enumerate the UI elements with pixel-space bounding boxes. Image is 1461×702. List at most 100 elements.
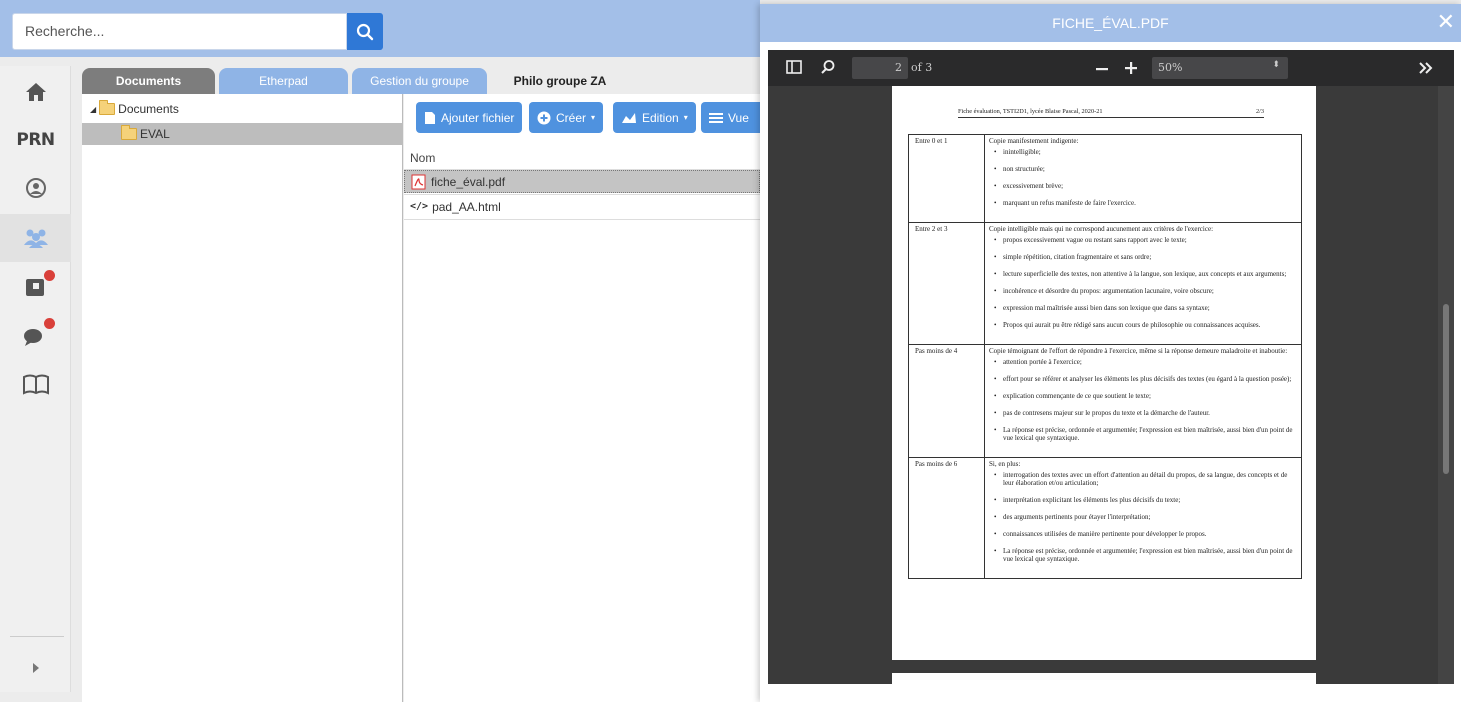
page-count: of 3 xyxy=(911,61,933,74)
expand-rail-button[interactable] xyxy=(0,644,71,692)
tree-item-eval[interactable]: EVAL xyxy=(82,123,403,145)
divider xyxy=(404,219,760,220)
tab-group-management[interactable]: Gestion du groupe xyxy=(352,68,487,94)
criteria-item: pas de contresens majeur sur le propos d… xyxy=(994,409,1297,417)
zoom-value: 50% xyxy=(1158,61,1183,74)
library-button[interactable] xyxy=(0,360,71,408)
file-panel: Ajouter fichier Créer ▾ Edition ▾ Vue No… xyxy=(404,94,760,702)
calendar-button[interactable] xyxy=(0,262,71,310)
caret-down-icon[interactable]: ◢ xyxy=(90,105,96,114)
criteria-item: Propos qui aurait pu être rédigé sans au… xyxy=(994,321,1297,329)
notification-dot xyxy=(44,270,55,281)
home-button[interactable] xyxy=(0,68,71,116)
prn-label: PRN xyxy=(16,130,55,150)
criteria-item: attention portée à l'exercice; xyxy=(994,358,1297,366)
create-label: Créer xyxy=(556,110,587,125)
viewer-scrollbar[interactable] xyxy=(1438,86,1454,684)
criteria-item: interprétation explicitant les éléments … xyxy=(994,496,1297,504)
search-icon xyxy=(356,23,374,40)
list-icon xyxy=(709,112,723,123)
pdf-page: Fiche évaluation, TSTI2D1, lycée Blaise … xyxy=(892,86,1316,660)
pdf-icon xyxy=(411,174,426,189)
tab-documents[interactable]: Documents xyxy=(82,68,215,94)
range-cell: Pas moins de 4 xyxy=(909,345,985,457)
file-row[interactable]: fiche_éval.pdf xyxy=(404,170,760,193)
zoom-in-icon[interactable] xyxy=(1124,61,1138,75)
rail-divider xyxy=(10,636,64,637)
top-bar: Recherche... xyxy=(0,0,760,57)
column-header-name[interactable]: Nom xyxy=(410,151,435,165)
running-head: Fiche évaluation, TSTI2D1, lycée Blaise … xyxy=(958,108,1264,118)
sidebar-toggle-icon[interactable] xyxy=(786,59,802,75)
user-circle-icon xyxy=(25,178,46,198)
edit-label: Edition xyxy=(642,110,679,125)
pdf-viewer: 2 of 3 50% ⬍ Fiche évaluation, TSTI2D1, … xyxy=(768,50,1454,684)
table-row: Pas moins de 6 Si, en plus: interrogation … xyxy=(909,458,1301,578)
criteria-cell: Copie manifestement indigente: inintellig… xyxy=(985,135,1301,222)
folder-icon xyxy=(121,125,137,140)
close-icon[interactable]: ✕ xyxy=(1437,11,1455,33)
file-row[interactable]: </> pad_AA.html xyxy=(404,195,760,218)
criteria-item: simple répétition, citation fragmentaire… xyxy=(994,253,1297,261)
edit-icon xyxy=(622,112,636,123)
criteria-item: lecture superficielle des textes, non at… xyxy=(994,270,1297,278)
criteria-item: interrogation des textes avec un effort … xyxy=(994,471,1297,487)
book-icon xyxy=(22,374,49,395)
criteria-item: inintelligible; xyxy=(994,148,1297,156)
file-name: fiche_éval.pdf xyxy=(431,174,506,189)
search-input[interactable]: Recherche... xyxy=(12,13,347,50)
criteria-item: marquant un refus manifeste de faire l'e… xyxy=(994,199,1297,207)
prn-button[interactable]: PRN xyxy=(0,116,71,164)
tree-item-documents[interactable]: ◢ Documents xyxy=(82,98,403,120)
table-row: Pas moins de 4 Copie témoignant de l'effo… xyxy=(909,345,1301,458)
add-file-button[interactable]: Ajouter fichier xyxy=(416,102,523,133)
criteria-intro: Copie manifestement indigente: xyxy=(989,137,1079,145)
pdf-preview-modal: FICHE_ÉVAL.PDF ✕ 2 of 3 50% ⬍ Fiche éval… xyxy=(760,4,1461,702)
left-rail: PRN xyxy=(0,66,71,692)
range-cell: Entre 0 et 1 xyxy=(909,135,985,222)
criteria-item: non structurée; xyxy=(994,165,1297,173)
criteria-intro: Si, en plus: xyxy=(989,460,1021,468)
zoom-out-icon[interactable] xyxy=(1095,62,1109,76)
tree-item-label: Documents xyxy=(118,102,179,116)
group-icon xyxy=(23,229,48,248)
scrollbar-thumb[interactable] xyxy=(1443,304,1449,474)
table-row: Entre 2 et 3 Copie intelligible mais qui … xyxy=(909,223,1301,345)
profile-button[interactable] xyxy=(0,164,71,212)
table-row: Entre 0 et 1 Copie manifestement indigent… xyxy=(909,135,1301,223)
page-number-input[interactable]: 2 xyxy=(852,57,908,79)
find-icon[interactable] xyxy=(820,59,836,75)
groups-button[interactable] xyxy=(0,214,71,262)
folder-icon xyxy=(99,100,116,115)
running-head-text: Fiche évaluation, TSTI2D1, lycée Blaise … xyxy=(958,108,1103,115)
notification-dot xyxy=(44,318,55,329)
chat-icon xyxy=(23,329,42,346)
caret-down-icon: ▾ xyxy=(683,113,688,122)
folder-tree: ◢ Documents EVAL xyxy=(82,94,403,702)
modal-title: FICHE_ÉVAL.PDF xyxy=(1052,15,1169,31)
criteria-item: explication commençante de ce que soutie… xyxy=(994,392,1297,400)
edit-button[interactable]: Edition ▾ xyxy=(613,102,696,133)
criteria-intro: Copie témoignant de l'effort de répondre… xyxy=(989,347,1288,355)
criteria-item: des arguments pertinents pour étayer l'i… xyxy=(994,513,1297,521)
add-file-label: Ajouter fichier xyxy=(441,110,515,125)
criteria-item: La réponse est précise, ordonnée et argu… xyxy=(994,426,1297,442)
zoom-select[interactable]: 50% ⬍ xyxy=(1152,57,1288,79)
search-button[interactable] xyxy=(347,13,383,50)
tools-chevron-icon[interactable] xyxy=(1418,61,1434,75)
criteria-intro: Copie intelligible mais qui ne correspon… xyxy=(989,225,1214,233)
messages-button[interactable] xyxy=(0,312,71,360)
file-add-icon xyxy=(425,111,435,124)
view-label: Vue xyxy=(728,110,749,125)
criteria-item: incohérence et désordre du propos: argum… xyxy=(994,287,1297,295)
view-button[interactable]: Vue xyxy=(701,102,760,133)
tab-etherpad[interactable]: Etherpad xyxy=(219,68,348,94)
criteria-item: excessivement brève; xyxy=(994,182,1297,190)
caret-right-icon xyxy=(32,663,39,673)
group-title: Philo groupe ZA xyxy=(513,74,607,88)
create-button[interactable]: Créer ▾ xyxy=(529,102,604,133)
select-arrows-icon: ⬍ xyxy=(1272,60,1280,70)
grading-table: Entre 0 et 1 Copie manifestement indigent… xyxy=(908,134,1302,579)
criteria-item: expression mal maîtrisée aussi bien dans… xyxy=(994,304,1297,312)
caret-down-icon: ▾ xyxy=(591,113,596,122)
